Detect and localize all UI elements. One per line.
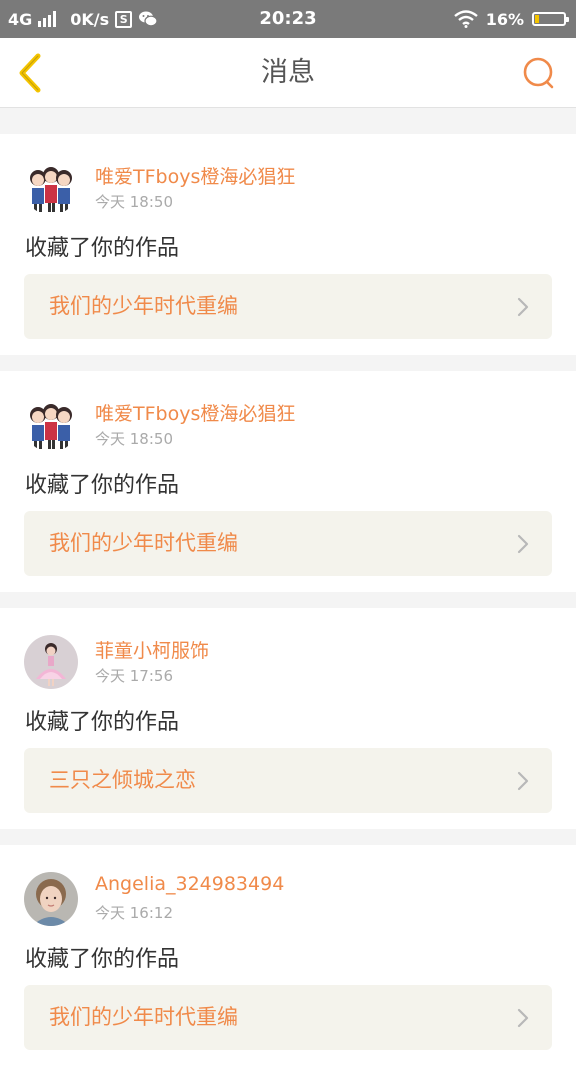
message-time: 今天 17:56 xyxy=(95,667,173,685)
username[interactable]: 唯爱TFboys橙海必猖狂 xyxy=(95,162,295,189)
message-card: Angelia_324983494 今天 16:12 收藏了你的作品 我们的少年… xyxy=(0,845,576,1066)
work-link[interactable]: 我们的少年时代重编 xyxy=(24,985,552,1050)
search-icon xyxy=(523,57,554,89)
battery-percent: 16% xyxy=(485,9,524,29)
search-button[interactable] xyxy=(520,54,558,92)
message-list: 唯爱TFboys橙海必猖狂 今天 18:50 收藏了你的作品 我们的少年时代重编 xyxy=(0,118,576,1066)
chevron-right-icon xyxy=(517,771,529,791)
girl-dress-avatar[interactable] xyxy=(24,635,78,689)
work-title: 我们的少年时代重编 xyxy=(49,294,238,318)
chevron-right-icon xyxy=(517,534,529,554)
work-link[interactable]: 我们的少年时代重编 xyxy=(24,511,552,576)
username[interactable]: 菲童小柯服饰 xyxy=(95,636,209,663)
message-action: 收藏了你的作品 xyxy=(25,947,180,972)
message-action: 收藏了你的作品 xyxy=(25,473,180,498)
message-time: 今天 16:12 xyxy=(95,904,173,922)
header: 消息 xyxy=(0,38,576,108)
portrait-avatar[interactable] xyxy=(24,872,78,926)
work-link[interactable]: 我们的少年时代重编 xyxy=(24,274,552,339)
work-link[interactable]: 三只之倾城之恋 xyxy=(24,748,552,813)
message-time: 今天 18:50 xyxy=(95,430,173,448)
wifi-icon xyxy=(453,10,478,28)
chevron-right-icon xyxy=(517,297,529,317)
message-card: 唯爱TFboys橙海必猖狂 今天 18:50 收藏了你的作品 我们的少年时代重编 xyxy=(0,134,576,355)
message-action: 收藏了你的作品 xyxy=(25,236,180,261)
work-title: 我们的少年时代重编 xyxy=(49,531,238,555)
work-title: 三只之倾城之恋 xyxy=(49,768,196,792)
work-title: 我们的少年时代重编 xyxy=(49,1005,238,1029)
battery-cap xyxy=(566,17,569,22)
battery-icon xyxy=(532,12,569,26)
message-card: 菲童小柯服饰 今天 17:56 收藏了你的作品 三只之倾城之恋 xyxy=(0,608,576,829)
status-right: 16% xyxy=(453,0,569,38)
group-kids-avatar[interactable] xyxy=(24,161,78,215)
username[interactable]: Angelia_324983494 xyxy=(95,873,284,895)
group-kids-avatar[interactable] xyxy=(24,398,78,452)
message-action: 收藏了你的作品 xyxy=(25,710,180,735)
username[interactable]: 唯爱TFboys橙海必猖狂 xyxy=(95,399,295,426)
message-card: 唯爱TFboys橙海必猖狂 今天 18:50 收藏了你的作品 我们的少年时代重编 xyxy=(0,371,576,592)
battery-level xyxy=(535,15,539,23)
status-bar: 4G 0K/s S 20:23 16% xyxy=(0,0,576,38)
page-title: 消息 xyxy=(261,57,315,88)
chevron-right-icon xyxy=(517,1008,529,1028)
message-time: 今天 18:50 xyxy=(95,193,173,211)
